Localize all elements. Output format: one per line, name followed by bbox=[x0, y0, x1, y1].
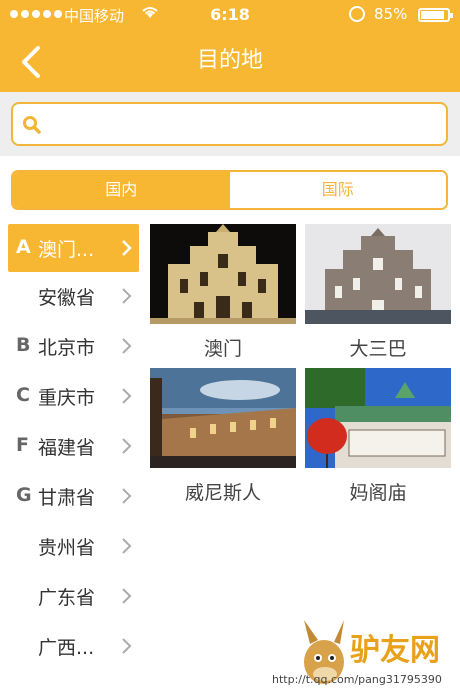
chevron-right-icon bbox=[121, 437, 133, 459]
search-icon bbox=[22, 115, 42, 139]
sidebar-item-label: 安徽省 bbox=[38, 287, 96, 309]
search-box[interactable] bbox=[11, 102, 448, 146]
destination-name: 妈阁庙 bbox=[349, 482, 407, 504]
watermark-url: http://t.qq.com/pang31795390 bbox=[272, 673, 442, 686]
sidebar-item-beijing[interactable]: B 北京市 bbox=[0, 322, 147, 372]
watermark-brand: 驴友网 bbox=[350, 633, 440, 668]
rotation-lock-icon bbox=[349, 6, 365, 22]
sidebar-item-label: 北京市 bbox=[38, 337, 96, 359]
chevron-right-icon bbox=[121, 287, 133, 309]
destination-card-a-ma-temple[interactable]: 妈阁庙 bbox=[305, 368, 451, 505]
page-title: 目的地 bbox=[196, 48, 263, 73]
destination-photo bbox=[305, 224, 451, 324]
tab-domestic[interactable]: 国内 bbox=[13, 172, 230, 208]
destination-name: 大三巴 bbox=[349, 338, 407, 360]
destination-photo bbox=[305, 368, 451, 468]
sidebar-item-macau[interactable]: A 澳门... bbox=[8, 224, 139, 272]
destination-card-ruins-of-st-paul[interactable]: 大三巴 bbox=[305, 224, 451, 361]
battery-percent: 85% bbox=[374, 5, 408, 23]
chevron-right-icon bbox=[121, 487, 133, 509]
sidebar-item-label: 福建省 bbox=[38, 437, 96, 459]
sidebar-item-fujian[interactable]: F 福建省 bbox=[0, 422, 147, 472]
chevron-right-icon bbox=[121, 587, 133, 609]
destination-card-macau[interactable]: 澳门 bbox=[150, 224, 296, 361]
index-letter: F bbox=[16, 434, 29, 456]
sidebar-item-guangxi[interactable]: 广西... bbox=[0, 622, 147, 672]
status-bar: 中国移动 6:18 85% bbox=[0, 0, 460, 30]
chevron-right-icon bbox=[121, 637, 133, 659]
region-segmented-control: 国内 国际 bbox=[11, 170, 448, 210]
sidebar-item-guizhou[interactable]: 贵州省 bbox=[0, 522, 147, 572]
sidebar-item-label: 广西... bbox=[38, 637, 95, 659]
tab-international[interactable]: 国际 bbox=[229, 172, 446, 208]
destination-name: 威尼斯人 bbox=[184, 482, 261, 504]
search-input[interactable] bbox=[51, 110, 436, 138]
sidebar-item-chongqing[interactable]: C 重庆市 bbox=[0, 372, 147, 422]
header-bar: 中国移动 6:18 85% 目的地 bbox=[0, 0, 460, 92]
sidebar-item-gansu[interactable]: G 甘肃省 bbox=[0, 472, 147, 522]
battery-icon bbox=[418, 8, 453, 22]
chevron-right-icon bbox=[121, 387, 133, 409]
sidebar-item-anhui[interactable]: 安徽省 bbox=[0, 272, 147, 322]
chevron-right-icon bbox=[121, 337, 133, 359]
chevron-right-icon bbox=[121, 537, 133, 559]
sidebar-item-label: 甘肃省 bbox=[38, 487, 96, 509]
index-letter: G bbox=[16, 484, 32, 506]
province-sidebar: A 澳门... 安徽省 B 北京市 C 重庆市 F 福建省 G 甘肃省 贵州省 … bbox=[0, 220, 147, 672]
sidebar-item-label: 重庆市 bbox=[38, 387, 96, 409]
index-letter: A bbox=[16, 236, 31, 258]
destination-photo bbox=[150, 368, 296, 468]
destination-card-venetian[interactable]: 威尼斯人 bbox=[150, 368, 296, 505]
sidebar-item-label: 广东省 bbox=[38, 587, 96, 609]
index-letter: C bbox=[16, 384, 30, 406]
index-letter: B bbox=[16, 334, 31, 356]
chevron-right-icon bbox=[121, 239, 133, 261]
sidebar-item-label: 贵州省 bbox=[38, 537, 96, 559]
sidebar-item-guangdong[interactable]: 广东省 bbox=[0, 572, 147, 622]
destination-name: 澳门 bbox=[203, 338, 242, 360]
sidebar-item-label: 澳门... bbox=[38, 239, 95, 261]
destination-photo bbox=[150, 224, 296, 324]
